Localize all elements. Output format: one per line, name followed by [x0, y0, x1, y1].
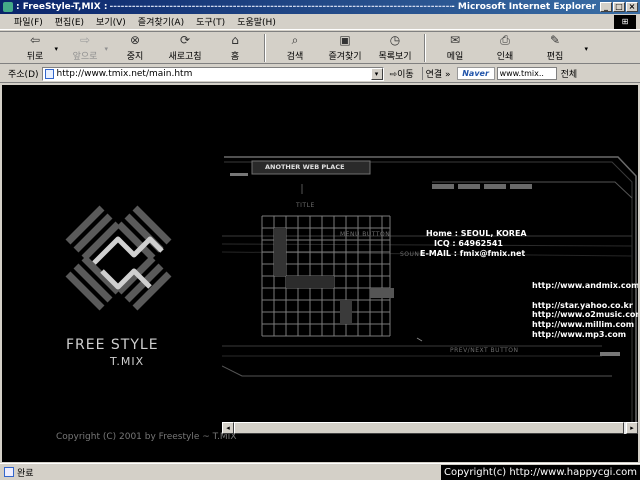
window-title: : FreeStyle-T,MIX : [16, 2, 108, 12]
menu-tools[interactable]: 도구(T) [196, 15, 225, 28]
site-copyright: Copyright (C) 2001 by Freestyle ~ T.MIX [56, 432, 237, 442]
link-item[interactable]: http://star.yahoo.co.kr [532, 301, 633, 310]
status-page-icon [4, 467, 14, 477]
scroll-right-icon[interactable]: ▸ [626, 422, 638, 434]
forward-arrow-icon: ⇨ [79, 33, 91, 47]
browser-window: : FreeStyle-T,MIX : --------------------… [0, 0, 640, 480]
back-dropdown-icon[interactable]: ▾ [54, 45, 58, 53]
address-label: 주소(D) [8, 70, 39, 80]
page-icon [44, 68, 54, 79]
toolbar-separator [264, 34, 266, 62]
edit-icon: ✎ [549, 33, 561, 47]
history-icon: ◷ [389, 33, 401, 47]
history-button[interactable]: ◷ 목록보기 [370, 32, 420, 64]
window-app-name: - Microsoft Internet Explorer [451, 2, 596, 12]
page-content: FREE STYLE T.MIX Copyright (C) 2001 by F… [2, 85, 638, 462]
naver-whole-button[interactable]: 전체 [561, 67, 578, 80]
back-button[interactable]: ⇦ 뒤로 ▾ [10, 32, 60, 64]
title-bar: : FreeStyle-T,MIX : --------------------… [0, 0, 640, 14]
menu-favorites[interactable]: 즐겨찾기(A) [138, 15, 184, 28]
panel-title: ANOTHER WEB PLACE [265, 163, 345, 171]
info-email: E-MAIL : fmix@fmix.net [420, 249, 526, 258]
links-toolbar[interactable]: 연결 » [421, 67, 451, 80]
panel-horizontal-scrollbar[interactable]: ◂ ▸ [222, 422, 638, 434]
maximize-button[interactable]: □ [613, 2, 625, 12]
home-button[interactable]: ⌂ 홈 [210, 32, 260, 64]
label-menu-button: MENU BUTTON [340, 231, 391, 238]
scroll-thumb[interactable] [234, 422, 624, 434]
logo-subtitle: T.MIX [110, 355, 145, 368]
mail-button[interactable]: ✉ 메일 [430, 32, 480, 64]
home-icon: ⌂ [231, 33, 239, 47]
watermark-copyright: Copyright(c) http://www.happycgi.com [440, 465, 640, 480]
title-filler: ----------------------------------------… [109, 2, 452, 12]
info-icq: ICQ : 64962541 [434, 239, 503, 248]
menu-file[interactable]: 파일(F) [14, 15, 43, 28]
forward-button[interactable]: ⇨ 앞으로 ▾ [60, 32, 110, 64]
standard-toolbar: ⇦ 뒤로 ▾ ⇨ 앞으로 ▾ ⊗ 중지 ⟳ 새로고침 ⌂ 홈 ⌕ 검색 ▣ 즐겨… [0, 31, 640, 64]
edit-button[interactable]: ✎ 편집 ▾ [530, 32, 588, 64]
refresh-button[interactable]: ⟳ 새로고침 [160, 32, 210, 64]
print-button[interactable]: ⎙ 인쇄 [480, 32, 530, 64]
mail-icon: ✉ [449, 33, 461, 47]
link-item[interactable]: http://www.mp3.com [532, 330, 626, 339]
freestyle-logo-mark [65, 205, 172, 311]
search-icon: ⌕ [291, 32, 299, 47]
windows-logo-icon: ⊞ [614, 15, 636, 29]
forward-dropdown-icon[interactable]: ▾ [104, 45, 108, 53]
scroll-left-icon[interactable]: ◂ [222, 422, 234, 434]
link-andmix[interactable]: http://www.andmix.com [532, 281, 638, 290]
label-prev-next: PREV/NEXT BUTTON [450, 347, 519, 354]
address-url: http://www.tmix.net/main.htm [56, 68, 193, 79]
back-arrow-icon: ⇦ [29, 33, 41, 47]
toolbar-chevron-icon[interactable]: ▾ [584, 45, 588, 53]
link-item[interactable]: http://www.millim.com [532, 320, 634, 329]
naver-logo[interactable]: Naver [456, 67, 495, 80]
link-item[interactable]: http://www.o2music.com [532, 310, 638, 319]
scroll-track[interactable] [234, 422, 626, 434]
go-arrow-icon: ⇨ [389, 70, 398, 80]
menu-help[interactable]: 도움말(H) [237, 15, 276, 28]
menu-edit[interactable]: 편집(E) [55, 15, 84, 28]
minimize-button[interactable]: _ [600, 2, 612, 12]
address-bar: 주소(D) http://www.tmix.net/main.htm ▾ ⇨이동… [0, 65, 640, 83]
toolbar-separator [424, 34, 426, 62]
menu-bar: 파일(F) 편집(E) 보기(V) 즐겨찾기(A) 도구(T) 도움말(H) ⊞ [0, 14, 640, 30]
ie-icon [3, 2, 13, 12]
printer-icon: ⎙ [500, 32, 510, 47]
address-input[interactable]: http://www.tmix.net/main.htm ▾ [41, 66, 384, 81]
close-button[interactable]: × [626, 2, 638, 12]
menu-view[interactable]: 보기(V) [96, 15, 126, 28]
favorites-folder-icon: ▣ [339, 33, 351, 47]
stop-icon: ⊗ [129, 33, 141, 47]
label-title: TITLE [296, 202, 315, 209]
favorites-button[interactable]: ▣ 즐겨찾기 [320, 32, 370, 64]
web-panel-frame [222, 156, 637, 424]
stop-button[interactable]: ⊗ 중지 [110, 32, 160, 64]
search-button[interactable]: ⌕ 검색 [270, 32, 320, 64]
info-home: Home : SEOUL, KOREA [426, 229, 527, 238]
status-text: 완료 [17, 468, 34, 479]
address-dropdown-icon[interactable]: ▾ [370, 67, 383, 80]
go-button[interactable]: ⇨이동 [390, 67, 414, 80]
refresh-icon: ⟳ [179, 33, 191, 47]
logo-title: FREE STYLE [66, 337, 159, 353]
naver-search-input[interactable]: www.tmix.. [496, 67, 557, 80]
